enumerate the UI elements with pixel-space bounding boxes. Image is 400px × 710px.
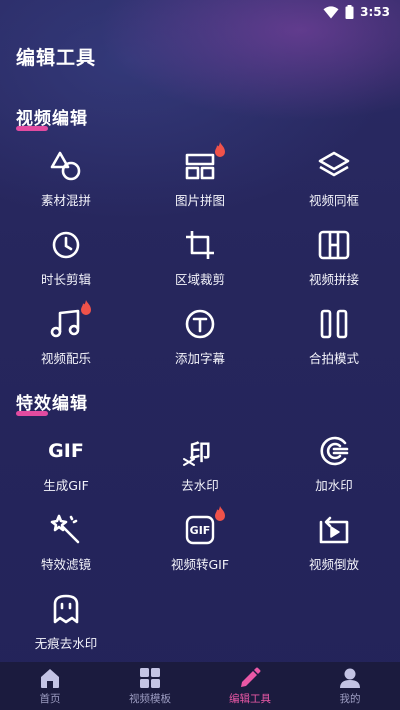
page-title: 编辑工具 xyxy=(16,47,97,69)
add-watermark-icon xyxy=(316,433,352,469)
status-time: 3:53 xyxy=(360,5,390,19)
template-grid-icon xyxy=(140,667,160,688)
gif-badge-icon: GIF xyxy=(182,506,225,548)
tool-video-music[interactable]: 视频配乐 xyxy=(6,300,126,372)
nav-video-templates[interactable]: 视频模板 xyxy=(100,662,200,710)
text-t-icon xyxy=(182,306,218,342)
reverse-play-icon xyxy=(316,512,352,548)
nav-edit-tools[interactable]: 编辑工具 xyxy=(200,662,300,710)
shapes-mix-icon xyxy=(48,148,84,184)
tool-duration-cut[interactable]: 时长剪辑 xyxy=(6,227,126,293)
tool-image-collage[interactable]: 图片拼图 xyxy=(140,142,260,214)
crop-icon xyxy=(182,227,218,263)
split-bars-icon xyxy=(316,306,352,342)
tool-make-gif[interactable]: GIF 生成GIF xyxy=(6,433,126,499)
join-frames-icon xyxy=(316,227,352,263)
tool-traceless-remove-watermark[interactable]: 无痕去水印 xyxy=(6,591,126,657)
wifi-icon xyxy=(323,5,339,18)
section-title-effects-edit: 特效编辑 xyxy=(16,394,88,416)
remove-watermark-icon: 印 xyxy=(182,433,218,469)
nav-home[interactable]: 首页 xyxy=(0,662,100,710)
home-icon xyxy=(41,668,59,688)
tool-video-reverse[interactable]: 视频倒放 xyxy=(274,512,394,578)
ghost-icon xyxy=(48,591,84,627)
bottom-nav: 首页 视频模板 编辑工具 我的 xyxy=(0,662,400,710)
tool-add-subtitle[interactable]: 添加字幕 xyxy=(140,306,260,372)
tool-video-join[interactable]: 视频拼接 xyxy=(274,227,394,293)
user-icon xyxy=(340,668,360,688)
hot-fire-icon xyxy=(215,142,225,157)
nav-mine[interactable]: 我的 xyxy=(300,662,400,710)
status-bar: 3:53 xyxy=(0,0,400,24)
tool-duet-mode[interactable]: 合拍模式 xyxy=(274,306,394,372)
tool-video-sameframe[interactable]: 视频同框 xyxy=(274,148,394,214)
tool-material-mix[interactable]: 素材混拼 xyxy=(6,148,126,214)
tool-effect-filter[interactable]: 特效滤镜 xyxy=(6,512,126,578)
music-note-icon xyxy=(48,300,91,342)
pencil-icon xyxy=(241,667,261,687)
hot-fire-icon xyxy=(215,506,225,521)
layers-icon xyxy=(316,148,352,184)
tool-video-to-gif[interactable]: GIF 视频转GIF xyxy=(140,506,260,578)
tool-area-crop[interactable]: 区域裁剪 xyxy=(140,227,260,293)
gif-text-icon: GIF xyxy=(48,440,84,462)
collage-grid-icon xyxy=(182,142,225,184)
magic-wand-icon xyxy=(48,512,84,548)
clock-icon xyxy=(48,227,84,263)
hot-fire-icon xyxy=(81,300,91,315)
tool-add-watermark[interactable]: 加水印 xyxy=(274,433,394,499)
tool-remove-watermark[interactable]: 印 去水印 xyxy=(140,433,260,499)
battery-icon xyxy=(345,5,354,19)
section-title-video-edit: 视频编辑 xyxy=(16,109,88,131)
